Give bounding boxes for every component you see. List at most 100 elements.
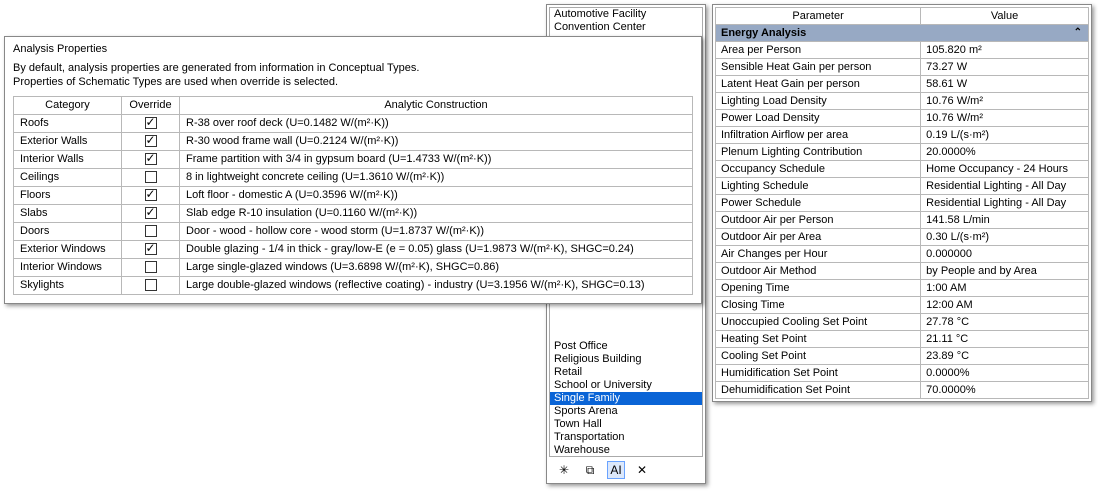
construction-cell[interactable]: Double glazing - 1/4 in thick - gray/low… [180,240,693,258]
section-row[interactable]: Energy Analysis ⌃ [716,25,1089,42]
table-row: Outdoor Air per Person141.58 L/min [716,212,1089,229]
construction-cell[interactable]: Loft floor - domestic A (U=0.3596 W/(m²·… [180,186,693,204]
table-row: Power Load Density10.76 W/m² [716,110,1089,127]
collapse-icon[interactable]: ⌃ [1074,27,1082,38]
duplicate-type-icon[interactable]: ⧉ [581,461,599,479]
override-cell[interactable] [122,150,180,168]
table-row: Unoccupied Cooling Set Point27.78 °C [716,314,1089,331]
value-cell[interactable]: 0.000000 [921,246,1089,263]
delete-type-icon[interactable]: ✕ [633,461,651,479]
table-row: Ceilings 8 in lightweight concrete ceilin… [14,168,693,186]
list-item[interactable]: Religious Building [550,353,702,366]
value-cell[interactable]: 141.58 L/min [921,212,1089,229]
table-row: Sensible Heat Gain per person73.27 W [716,59,1089,76]
analysis-properties-panel: Analysis Properties By default, analysis… [4,36,702,304]
construction-cell[interactable]: Door - wood - hollow core - wood storm (… [180,222,693,240]
value-cell[interactable]: 10.76 W/m² [921,110,1089,127]
construction-cell[interactable]: R-38 over roof deck (U=0.1482 W/(m²·K)) [180,114,693,132]
param-cell: Infiltration Airflow per area [716,127,921,144]
checkbox-icon[interactable] [145,261,157,273]
list-item[interactable]: School or University [550,379,702,392]
param-cell: Dehumidification Set Point [716,382,921,399]
override-cell[interactable] [122,222,180,240]
section-title: Energy Analysis [721,27,806,39]
table-row: Skylights Large double-glazed windows (re… [14,276,693,294]
table-row: Power ScheduleResidential Lighting - All… [716,195,1089,212]
construction-cell[interactable]: Large double-glazed windows (reflective … [180,276,693,294]
value-cell[interactable]: 0.0000% [921,365,1089,382]
value-cell[interactable]: 20.0000% [921,144,1089,161]
table-row: Lighting ScheduleResidential Lighting - … [716,178,1089,195]
value-cell[interactable]: 21.11 °C [921,331,1089,348]
override-cell[interactable] [122,240,180,258]
param-cell: Area per Person [716,42,921,59]
table-row: Doors Door - wood - hollow core - wood st… [14,222,693,240]
override-header: Override [122,96,180,114]
checkbox-icon[interactable] [145,135,157,147]
table-row: Exterior Walls R-30 wood frame wall (U=0.… [14,132,693,150]
checkbox-icon[interactable] [145,117,157,129]
value-cell[interactable]: 10.76 W/m² [921,93,1089,110]
override-cell[interactable] [122,276,180,294]
parameter-table: Parameter Value Energy Analysis ⌃ Area p… [715,7,1089,399]
category-cell: Skylights [14,276,122,294]
value-cell[interactable]: Residential Lighting - All Day [921,195,1089,212]
construction-cell[interactable]: Slab edge R-10 insulation (U=0.1160 W/(m… [180,204,693,222]
value-cell[interactable]: 0.30 L/(s·m²) [921,229,1089,246]
checkbox-icon[interactable] [145,243,157,255]
construction-cell[interactable]: R-30 wood frame wall (U=0.2124 W/(m²·K)) [180,132,693,150]
construction-cell[interactable]: 8 in lightweight concrete ceiling (U=1.3… [180,168,693,186]
value-cell[interactable]: Residential Lighting - All Day [921,178,1089,195]
value-cell[interactable]: 1:00 AM [921,280,1089,297]
list-item[interactable]: Sports Arena [550,405,702,418]
param-cell: Outdoor Air per Area [716,229,921,246]
table-row: Plenum Lighting Contribution20.0000% [716,144,1089,161]
override-cell[interactable] [122,132,180,150]
checkbox-icon[interactable] [145,279,157,291]
value-cell[interactable]: by People and by Area [921,263,1089,280]
category-cell: Ceilings [14,168,122,186]
table-row: Closing Time12:00 AM [716,297,1089,314]
value-cell[interactable]: 23.89 °C [921,348,1089,365]
category-cell: Slabs [14,204,122,222]
override-cell[interactable] [122,168,180,186]
param-cell: Plenum Lighting Contribution [716,144,921,161]
param-cell: Closing Time [716,297,921,314]
list-item[interactable]: Single Family [550,392,702,405]
checkbox-icon[interactable] [145,207,157,219]
param-cell: Sensible Heat Gain per person [716,59,921,76]
category-cell: Doors [14,222,122,240]
list-item[interactable]: Warehouse [550,444,702,457]
override-cell[interactable] [122,204,180,222]
list-item[interactable]: Transportation [550,431,702,444]
list-item[interactable]: Automotive Facility [550,8,702,21]
table-row: Area per Person105.820 m² [716,42,1089,59]
override-cell[interactable] [122,258,180,276]
category-cell: Exterior Walls [14,132,122,150]
table-row: RoofsR-38 over roof deck (U=0.1482 W/(m²… [14,114,693,132]
override-cell[interactable] [122,114,180,132]
list-item[interactable]: Convention Center [550,21,702,34]
value-cell[interactable]: 105.820 m² [921,42,1089,59]
value-cell[interactable]: 27.78 °C [921,314,1089,331]
checkbox-icon[interactable] [145,171,157,183]
new-type-icon[interactable]: ✳ [555,461,573,479]
rename-type-icon[interactable]: AI [607,461,625,479]
list-item[interactable]: Post Office [550,340,702,353]
list-item[interactable]: Retail [550,366,702,379]
list-item[interactable]: Town Hall [550,418,702,431]
checkbox-icon[interactable] [145,225,157,237]
value-cell[interactable]: 12:00 AM [921,297,1089,314]
value-cell[interactable]: 0.19 L/(s·m²) [921,127,1089,144]
value-cell[interactable]: 70.0000% [921,382,1089,399]
checkbox-icon[interactable] [145,189,157,201]
construction-cell[interactable]: Large single-glazed windows (U=3.6898 W/… [180,258,693,276]
category-cell: Interior Windows [14,258,122,276]
value-cell[interactable]: Home Occupancy - 24 Hours [921,161,1089,178]
value-cell[interactable]: 58.61 W [921,76,1089,93]
checkbox-icon[interactable] [145,153,157,165]
table-row: Lighting Load Density10.76 W/m² [716,93,1089,110]
construction-cell[interactable]: Frame partition with 3/4 in gypsum board… [180,150,693,168]
override-cell[interactable] [122,186,180,204]
value-cell[interactable]: 73.27 W [921,59,1089,76]
